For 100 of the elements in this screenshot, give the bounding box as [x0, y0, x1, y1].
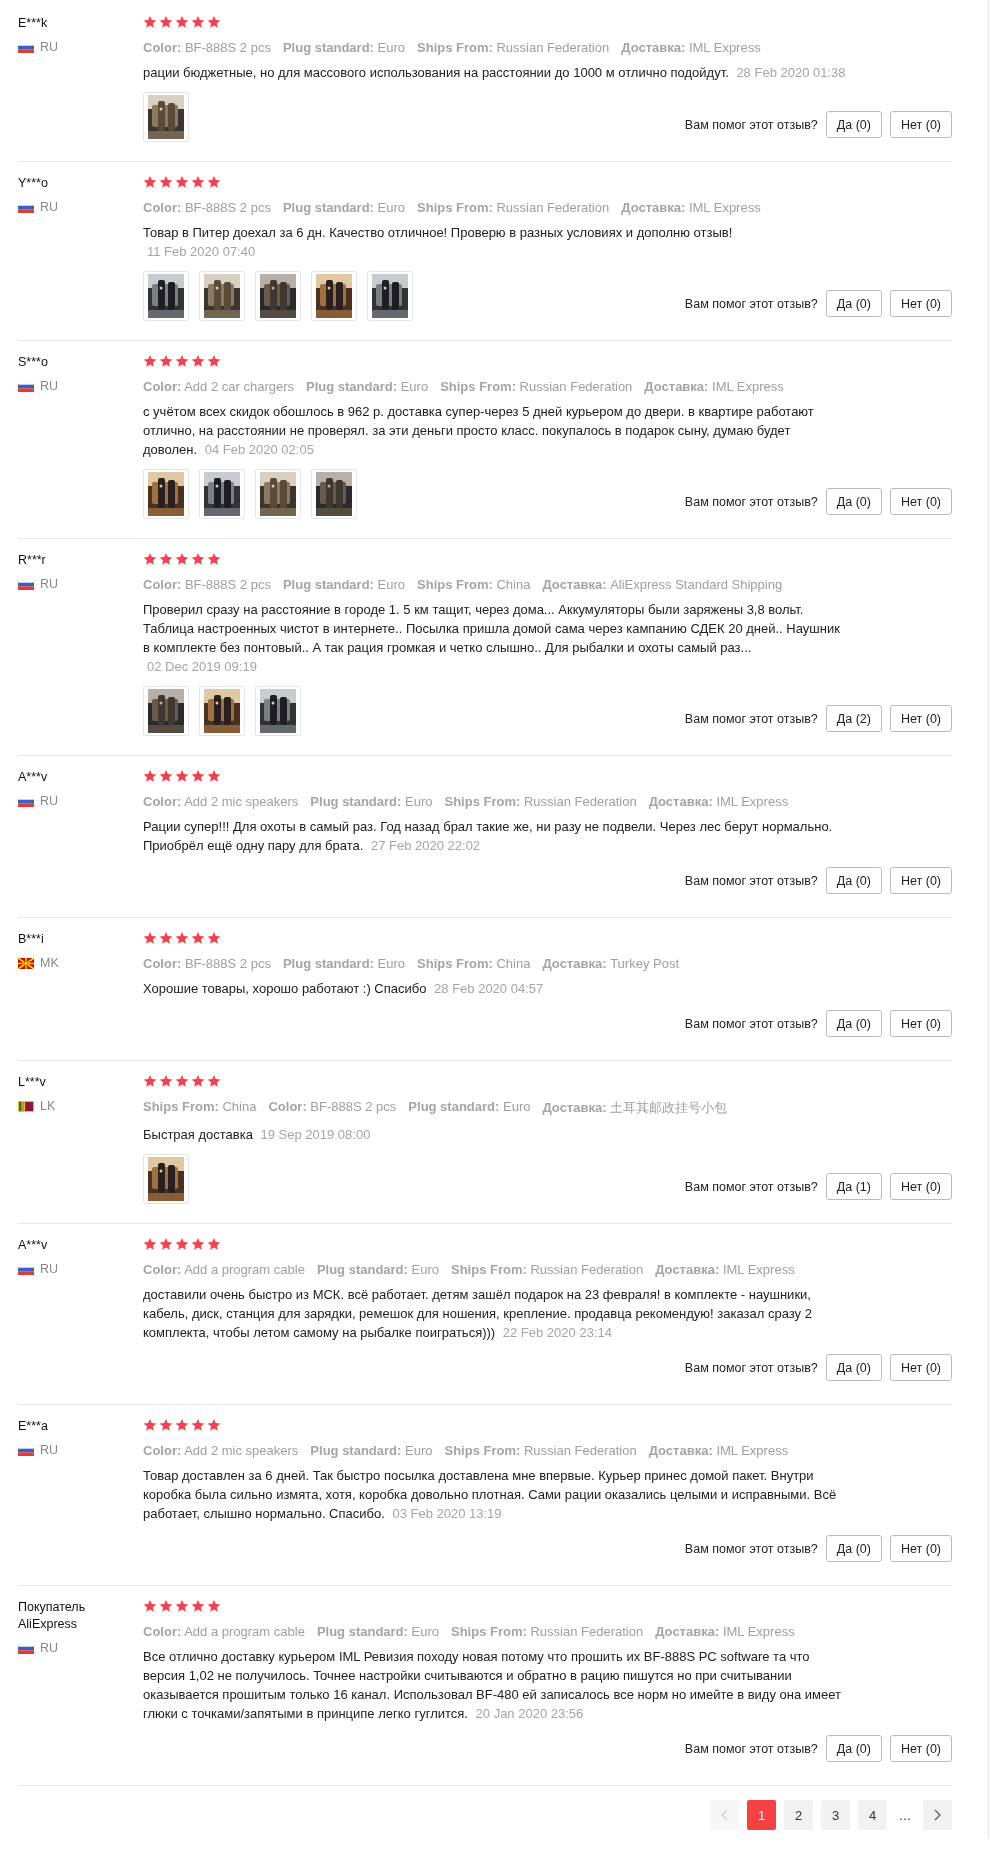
yes-button[interactable]: Да (0) [825, 290, 882, 317]
photo-thumbnail[interactable] [199, 686, 245, 736]
review-text: Быстрая доставка 19 Sep 2019 08:00 [143, 1126, 372, 1144]
reviewer-name: B***i [18, 931, 45, 948]
no-button[interactable]: Нет (0) [889, 867, 952, 894]
photo-thumbnail[interactable] [311, 271, 357, 321]
yes-button[interactable]: Да (0) [825, 1010, 882, 1037]
star-icon [191, 552, 205, 566]
attribute-label: Color: [143, 1443, 182, 1458]
attribute-value: IML Express [722, 1262, 795, 1277]
flag-icon [18, 1444, 34, 1456]
attribute-value: BF-888S 2 pcs [184, 40, 271, 55]
star-icon [159, 1599, 173, 1613]
photo-thumbnail[interactable] [143, 271, 189, 321]
country-code: RU [40, 1262, 59, 1276]
country-code: RU [40, 200, 59, 214]
photo-thumbnail[interactable] [143, 1154, 189, 1204]
attribute-label: Ships From: [417, 956, 493, 971]
reviewer-name: E***k [18, 15, 49, 32]
yes-button[interactable]: Да (0) [825, 1535, 882, 1562]
attribute-label: Доставка: [542, 577, 607, 592]
photo-thumbnail[interactable] [143, 469, 189, 519]
attribute-label: Ships From: [444, 794, 521, 809]
yes-button[interactable]: Да (0) [825, 867, 882, 894]
attribute-label: Доставка: [644, 379, 709, 394]
no-button[interactable]: Нет (0) [889, 1735, 952, 1762]
attribute-value: BF-888S 2 pcs [184, 200, 271, 215]
star-icon [191, 175, 205, 189]
helpful-question: Вам помог этот отзыв? [684, 117, 818, 132]
attribute-value: Russian Federation [523, 794, 637, 809]
attribute-label: Доставка: [621, 200, 686, 215]
attribute-value: Euro [377, 40, 405, 55]
flag-icon [18, 1263, 34, 1275]
photo-thumbnail[interactable] [143, 92, 189, 142]
flag-icon [18, 380, 34, 392]
photo-thumbnail[interactable] [255, 271, 301, 321]
no-button[interactable]: Нет (0) [889, 1535, 952, 1562]
photo-thumbnail[interactable] [199, 271, 245, 321]
photo-thumbnail[interactable] [199, 469, 245, 519]
attribute-value: 土耳其邮政挂号小包 [610, 1100, 728, 1115]
attribute-label: Plug standard: [306, 379, 398, 394]
star-icon [143, 1599, 157, 1613]
page-button[interactable]: 3 [821, 1800, 850, 1830]
attribute-label: Color: [143, 379, 182, 394]
attribute-label: Plug standard: [310, 794, 402, 809]
attribute-value: AliExpress Standard Shipping [610, 577, 783, 592]
photo-thumbnail[interactable] [255, 686, 301, 736]
yes-button[interactable]: Да (1) [825, 1173, 882, 1200]
star-icon [191, 1418, 205, 1432]
attribute-value: Euro [411, 1262, 439, 1277]
star-icon [143, 769, 157, 783]
helpful-question: Вам помог этот отзыв? [684, 1360, 818, 1375]
attribute-label: Доставка: [655, 1624, 720, 1639]
no-button[interactable]: Нет (0) [889, 1010, 952, 1037]
star-icon [207, 552, 221, 566]
attribute-label: Color: [143, 1262, 182, 1277]
no-button[interactable]: Нет (0) [889, 488, 952, 515]
flag-icon [18, 578, 34, 590]
photo-thumbnail[interactable] [367, 271, 413, 321]
country-code: MK [40, 956, 59, 970]
attribute-label: Color: [143, 956, 182, 971]
page-button[interactable]: 4 [858, 1800, 887, 1830]
star-icon [143, 552, 157, 566]
star-icon [191, 1599, 205, 1613]
review-text: с учётом всех скидок обошлось в 962 р. доставка супер-через 5 дней курьером до двери. в квартире работают отлично, на расстоянии не проверял. за эти деньги просто класс. покупалось в подарок сыну, думаю будет доволен. 04 Feb 2020 02:05 [143, 403, 815, 459]
no-button[interactable]: Нет (0) [889, 111, 952, 138]
star-icon [159, 354, 173, 368]
chevron-right-icon [934, 1809, 941, 1821]
star-icon [159, 1237, 173, 1251]
reviewer-name: E***a [18, 1418, 49, 1435]
yes-button[interactable]: Да (0) [825, 488, 882, 515]
attribute-label: Доставка: [648, 1443, 713, 1458]
attribute-value: IML Express [722, 1624, 795, 1639]
attribute-label: Color: [268, 1099, 307, 1114]
star-icon [175, 1074, 189, 1088]
attribute-value: IML Express [716, 1443, 789, 1458]
photo-thumbnail[interactable] [311, 469, 357, 519]
helpful-question: Вам помог этот отзыв? [684, 296, 818, 311]
country-code: LK [40, 1099, 56, 1113]
star-icon [207, 354, 221, 368]
star-icon [175, 931, 189, 945]
no-button[interactable]: Нет (0) [889, 705, 952, 732]
star-icon [143, 354, 157, 368]
yes-button[interactable]: Да (0) [825, 1354, 882, 1381]
star-icon [191, 354, 205, 368]
page-button[interactable]: 2 [784, 1800, 813, 1830]
helpful-question: Вам помог этот отзыв? [684, 873, 818, 888]
yes-button[interactable]: Да (2) [825, 705, 882, 732]
star-icon [191, 769, 205, 783]
attribute-value: IML Express [688, 40, 761, 55]
page-button[interactable]: 1 [747, 1800, 776, 1830]
no-button[interactable]: Нет (0) [889, 290, 952, 317]
no-button[interactable]: Нет (0) [889, 1354, 952, 1381]
attribute-label: Ships From: [451, 1624, 527, 1639]
no-button[interactable]: Нет (0) [889, 1173, 952, 1200]
attribute-label: Доставка: [542, 1100, 607, 1115]
yes-button[interactable]: Да (0) [825, 1735, 882, 1762]
photo-thumbnail[interactable] [143, 686, 189, 736]
yes-button[interactable]: Да (0) [825, 111, 882, 138]
photo-thumbnail[interactable] [255, 469, 301, 519]
